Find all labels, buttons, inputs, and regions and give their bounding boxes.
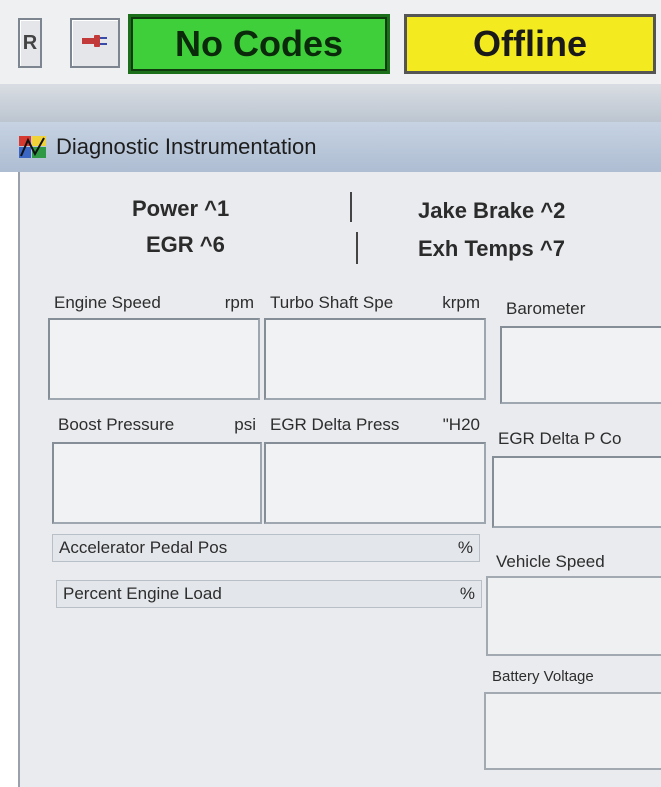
bar-unit: % [459,584,475,603]
gauge-label: EGR Delta P Co [498,429,622,448]
gauge-display [264,318,486,400]
bar-accelerator-pedal-pos: Accelerator Pedal Pos % [52,534,480,562]
gauge-display [492,456,661,528]
reset-button-label: R [22,31,38,54]
gauge-vehicle-speed-display [486,576,661,656]
bar-percent-engine-load: Percent Engine Load % [56,580,482,608]
gauge-display [264,442,486,524]
gauge-unit: psi [234,415,256,434]
gauge-label: EGR Delta Press [270,415,400,434]
gauge-barometer: Barometer [500,294,661,404]
instrumentation-window: Power ^1 EGR ^6 Jake Brake ^2 Exh Temps … [18,172,661,787]
tab-power[interactable]: Power ^1 [132,196,229,222]
toolbar: R No Codes Offline [0,0,661,84]
bar-unit: % [457,538,473,557]
gauge-unit: rpm [224,293,254,312]
gauge-engine-speed: Engine Speed rpm [48,288,260,400]
tab-divider-bottom [356,232,358,264]
gauge-turbo-shaft-speed: Turbo Shaft Spe krpm [264,288,486,400]
gauge-label: Turbo Shaft Spe [270,293,394,312]
gauge-egr-delta-press: EGR Delta Press "H20 [264,410,486,524]
gauge-label: Boost Pressure [58,415,175,434]
toolbar-separator-band [0,84,661,122]
gauge-unit: krpm [442,293,480,312]
gauge-display [52,442,262,524]
connect-button[interactable] [70,18,120,68]
tab-exh-temps[interactable]: Exh Temps ^7 [418,236,565,262]
window-title: Diagnostic Instrumentation [56,134,317,159]
tab-divider-top [350,192,352,222]
bar-label: Percent Engine Load [63,584,222,603]
plug-disconnect-icon [80,30,110,57]
reset-button[interactable]: R [18,18,42,68]
bar-label: Accelerator Pedal Pos [59,538,228,557]
window-titlebar[interactable]: Diagnostic Instrumentation [0,122,661,172]
gauge-label: Engine Speed [54,293,161,312]
gauge-battery-voltage-display [484,692,661,770]
codes-status-indicator: No Codes [128,14,390,74]
gauge-display [48,318,260,400]
tab-egr[interactable]: EGR ^6 [146,232,225,258]
gauge-battery-voltage-label: Battery Voltage [492,668,594,685]
tab-jake-brake[interactable]: Jake Brake ^2 [418,198,565,224]
gauge-boost-pressure: Boost Pressure psi [52,410,262,524]
instrument-icon [18,134,48,160]
gauge-vehicle-speed-label: Vehicle Speed [496,552,605,571]
gauge-display [500,326,661,404]
gauge-egr-delta-p-co: EGR Delta P Co [492,424,661,528]
gauge-unit: "H20 [442,415,480,434]
gauge-label: Barometer [506,299,586,318]
connection-status-indicator: Offline [404,14,656,74]
